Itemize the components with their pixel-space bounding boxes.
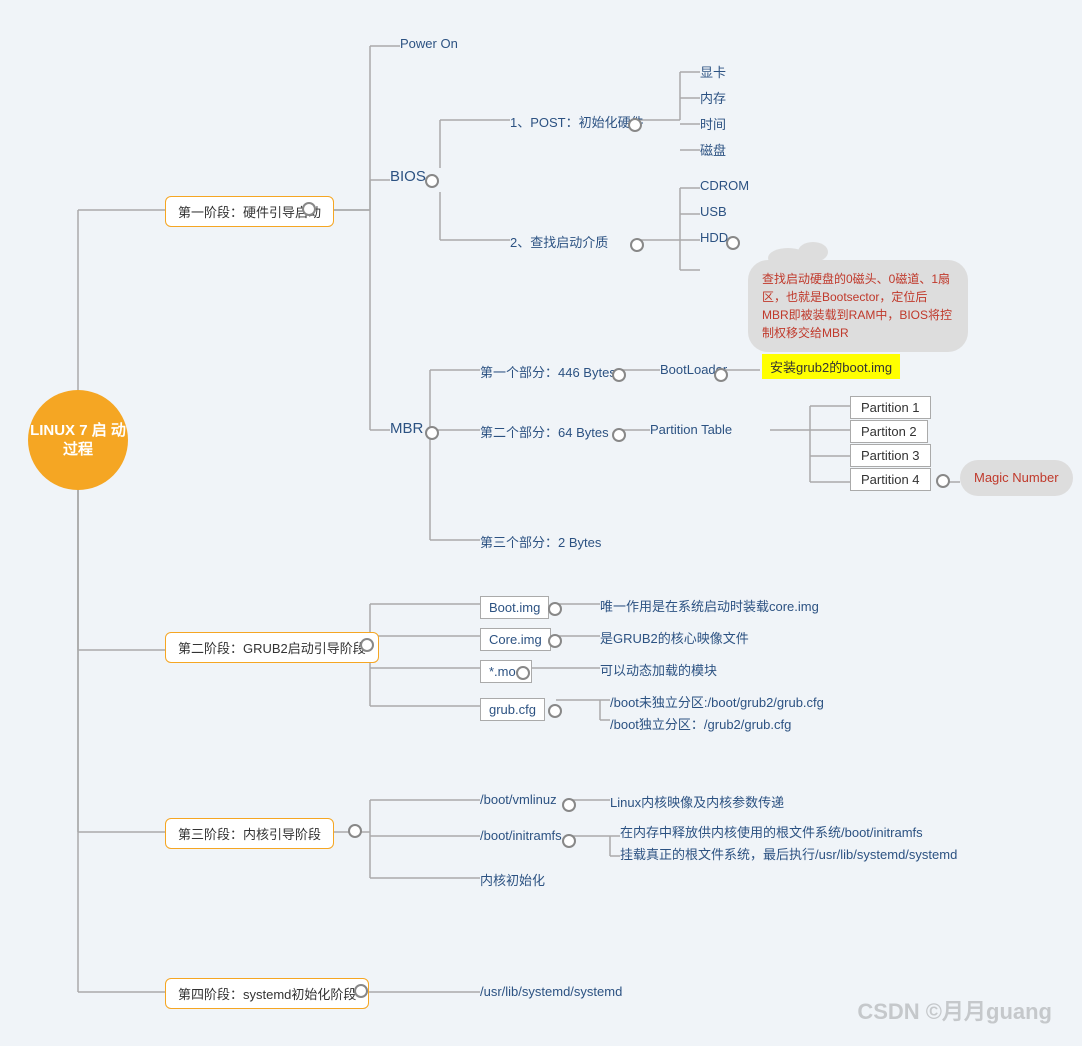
part2-label: 第二个部分：64 Bytes (480, 422, 609, 441)
post-item-0: 显卡 (700, 62, 726, 81)
stage4-box: 第四阶段：systemd初始化阶段 (165, 978, 369, 1009)
hdd-cloud: 查找启动硬盘的0磁头、0磁道、1扇区，也就是Bootsector，定位后MBR即… (748, 260, 968, 352)
bootloader-connector (714, 368, 728, 382)
stage3-connector (348, 824, 362, 838)
coreimg-desc: 是GRUB2的核心映像文件 (600, 628, 749, 647)
bootimg-desc: 唯一作用是在系统启动时装载core.img (600, 596, 819, 615)
post-item-1: 内存 (700, 88, 726, 107)
kernel-init-label: 内核初始化 (480, 870, 545, 889)
stage2-box: 第二阶段：GRUB2启动引导阶段 (165, 632, 379, 663)
part1-label: 第一个部分：446 Bytes (480, 362, 616, 381)
center-node: LINUX 7 启 动过程 (28, 390, 128, 490)
stage4-item: /usr/lib/systemd/systemd (480, 984, 622, 999)
post-label: 1、POST：初始化硬件 (510, 112, 644, 131)
partition4-connector (936, 474, 950, 488)
stage4-connector (354, 984, 368, 998)
grubcfg-desc1: /boot未独立分区:/boot/grub2/grub.cfg (610, 692, 824, 711)
vmlinuz-label: /boot/vmlinuz (480, 792, 557, 807)
partition-table-label: Partition Table (650, 422, 732, 437)
stage3-box: 第三阶段：内核引导阶段 (165, 818, 334, 849)
boot-item-1: USB (700, 204, 727, 219)
boot-item-0: CDROM (700, 178, 749, 193)
magic-number-cloud: Magic Number (960, 460, 1073, 496)
bootimg-box: Boot.img (480, 596, 549, 619)
partition2-box: Partiton 2 (850, 420, 928, 443)
grubcfg-desc2: /boot独立分区：/grub2/grub.cfg (610, 714, 791, 733)
partition4-box: Partition 4 (850, 468, 931, 491)
hdd-connector (726, 236, 740, 250)
initramfs-desc2: 挂载真正的根文件系统，最后执行/usr/lib/systemd/systemd (620, 844, 957, 863)
hdd-cloud-text: 查找启动硬盘的0磁头、0磁道、1扇区，也就是Bootsector，定位后MBR即… (748, 260, 968, 352)
magic-number-text: Magic Number (960, 460, 1073, 496)
mbr-label: MBR (390, 420, 423, 437)
bootimg-connector (548, 602, 562, 616)
initramfs-label: /boot/initramfs (480, 828, 562, 843)
part3-label: 第三个部分：2 Bytes (480, 532, 601, 551)
post-connector (628, 118, 642, 132)
stage1-connector (302, 202, 316, 216)
watermark: CSDN ©月月guang (857, 994, 1052, 1026)
boot-search-label: 2、查找启动介质 (510, 232, 608, 251)
power-on-label: Power On (400, 36, 458, 51)
boot-item-2: HDD (700, 230, 728, 245)
part2-connector (612, 428, 626, 442)
grubcfg-connector (548, 704, 562, 718)
mod-connector (516, 666, 530, 680)
bios-connector (425, 174, 439, 188)
bios-label: BIOS (390, 168, 426, 185)
coreimg-connector (548, 634, 562, 648)
mbr-connector (425, 426, 439, 440)
mod-desc: 可以动态加载的模块 (600, 660, 717, 679)
install-grub2-box: 安装grub2的boot.img (762, 354, 900, 379)
boot-search-connector (630, 238, 644, 252)
initramfs-desc1: 在内存中释放供内核使用的根文件系统/boot/initramfs (620, 822, 923, 841)
partition3-box: Partition 3 (850, 444, 931, 467)
stage2-connector (360, 638, 374, 652)
vmlinuz-connector (562, 798, 576, 812)
post-item-3: 磁盘 (700, 140, 726, 159)
post-item-2: 时间 (700, 114, 726, 133)
part1-connector (612, 368, 626, 382)
initramfs-connector (562, 834, 576, 848)
coreimg-box: Core.img (480, 628, 551, 651)
partition1-box: Partition 1 (850, 396, 931, 419)
vmlinuz-desc: Linux内核映像及内核参数传递 (610, 792, 784, 811)
grubcfg-box: grub.cfg (480, 698, 545, 721)
